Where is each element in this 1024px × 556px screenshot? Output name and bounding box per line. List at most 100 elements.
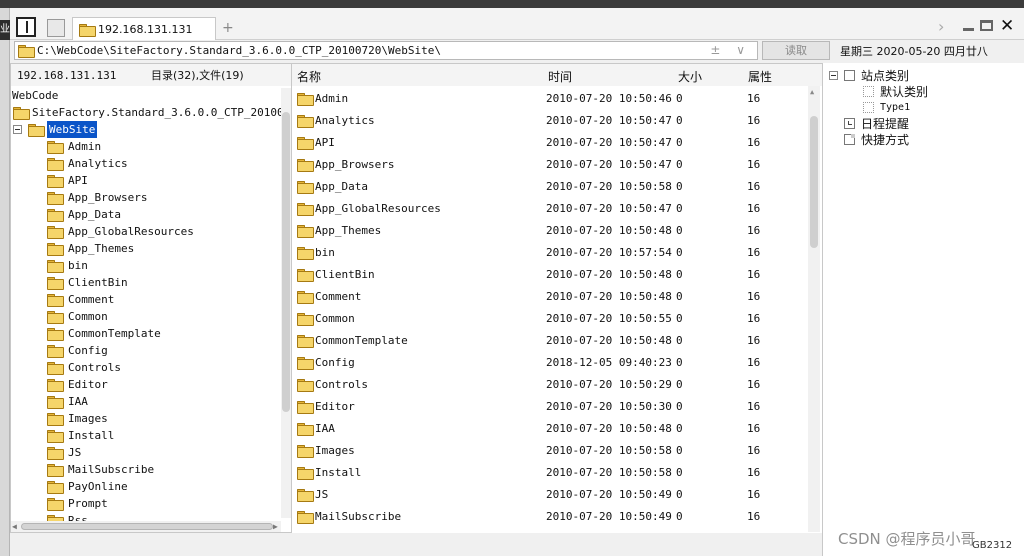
- table-row[interactable]: Analytics 2010-07-20 10:50:47 0 16: [292, 110, 807, 132]
- path-dropdown-icons[interactable]: ± ∨: [710, 43, 751, 57]
- folder-icon: [47, 141, 64, 154]
- tree-item[interactable]: JS: [47, 444, 81, 461]
- table-row[interactable]: Controls 2010-07-20 10:50:29 0 16: [292, 374, 807, 396]
- cell-attr: 16: [747, 312, 761, 325]
- cell-attr: 16: [747, 356, 761, 369]
- scroll-left-icon[interactable]: ◀: [12, 521, 17, 532]
- tree-item-label: App_Browsers: [68, 191, 148, 204]
- cell-time: 2010-07-20 10:50:49: [546, 488, 672, 501]
- category-site[interactable]: 站点类别: [829, 67, 909, 83]
- tree-item[interactable]: Controls: [47, 359, 121, 376]
- tree-item[interactable]: App_Browsers: [47, 189, 147, 206]
- tree-item-label: MailSubscribe: [68, 463, 155, 476]
- scroll-up-icon[interactable]: ▲: [810, 88, 814, 96]
- cell-attr: 16: [747, 158, 761, 171]
- table-row[interactable]: MailSubscribe 2010-07-20 10:50:49 0 16: [292, 506, 807, 528]
- category-shortcut[interactable]: 快捷方式: [844, 131, 909, 147]
- table-row[interactable]: Common 2010-07-20 10:50:55 0 16: [292, 308, 807, 330]
- tree-item[interactable]: IAA: [47, 393, 88, 410]
- category-schedule[interactable]: 日程提醒: [844, 115, 909, 131]
- table-row[interactable]: Comment 2010-07-20 10:50:48 0 16: [292, 286, 807, 308]
- category-type1[interactable]: Type1: [863, 99, 910, 115]
- table-row[interactable]: IAA 2010-07-20 10:50:48 0 16: [292, 418, 807, 440]
- tab-bar: 192.168.131.131 + › ✕: [10, 8, 1024, 40]
- read-button[interactable]: 读取: [762, 41, 830, 60]
- tree-item[interactable]: bin: [47, 257, 88, 274]
- table-row[interactable]: Editor 2010-07-20 10:50:30 0 16: [292, 396, 807, 418]
- folder-icon: [297, 159, 314, 172]
- column-header-attr[interactable]: 属性: [748, 68, 772, 85]
- tree-item[interactable]: Images: [47, 410, 108, 427]
- chevron-right-icon[interactable]: ›: [938, 17, 944, 36]
- tree-item-project[interactable]: SiteFactory.Standard_3.6.0.0_CTP_2010072…: [13, 104, 292, 121]
- tree-item-label: CommonTemplate: [68, 327, 161, 340]
- list-vertical-scrollbar[interactable]: ▲: [808, 86, 820, 532]
- tree-item[interactable]: CommonTemplate: [47, 325, 161, 342]
- tree-item[interactable]: Analytics: [47, 155, 128, 172]
- panel-toggle-button[interactable]: [16, 17, 36, 37]
- scroll-thumb[interactable]: [810, 116, 818, 248]
- cell-size: 0: [676, 114, 683, 127]
- table-row[interactable]: bin 2010-07-20 10:57:54 0 16: [292, 242, 807, 264]
- collapse-icon[interactable]: [829, 70, 838, 80]
- cell-attr: 16: [747, 422, 761, 435]
- cell-name: Comment: [315, 290, 362, 303]
- tree-item[interactable]: Common: [47, 308, 108, 325]
- tree-horizontal-scrollbar[interactable]: ◀ ▶: [11, 521, 281, 532]
- tree-item-label: SiteFactory.Standard_3.6.0.0_CTP_2010072…: [32, 106, 292, 119]
- cell-size: 0: [676, 180, 683, 193]
- tree-item[interactable]: Config: [47, 342, 108, 359]
- folder-icon: [47, 498, 64, 511]
- table-row[interactable]: App_Data 2010-07-20 10:50:58 0 16: [292, 176, 807, 198]
- tree-item[interactable]: App_GlobalResources: [47, 223, 194, 240]
- tree-item[interactable]: MailSubscribe: [47, 461, 154, 478]
- column-header-size[interactable]: 大小: [678, 68, 702, 85]
- new-tab-button[interactable]: +: [222, 20, 234, 36]
- watermark-main: CSDN @程序员小哥: [838, 530, 976, 548]
- tree-item[interactable]: Comment: [47, 291, 114, 308]
- table-row[interactable]: App_GlobalResources 2010-07-20 10:50:47 0 1…: [292, 198, 807, 220]
- tab-label: 192.168.131.131: [98, 22, 193, 36]
- category-label: 站点类别: [861, 68, 910, 83]
- tree-item[interactable]: Install: [47, 427, 114, 444]
- tree-item[interactable]: PayOnline: [47, 478, 128, 495]
- scroll-thumb[interactable]: [21, 523, 273, 530]
- close-button[interactable]: ✕: [1000, 16, 1014, 36]
- table-row[interactable]: CommonTemplate 2010-07-20 10:50:48 0 16: [292, 330, 807, 352]
- minimize-button[interactable]: [963, 28, 974, 31]
- table-row[interactable]: Install 2010-07-20 10:50:58 0 16: [292, 462, 807, 484]
- cell-size: 0: [676, 290, 683, 303]
- cell-size: 0: [676, 202, 683, 215]
- table-row[interactable]: JS 2010-07-20 10:50:49 0 16: [292, 484, 807, 506]
- collapse-icon[interactable]: [13, 125, 22, 134]
- table-row[interactable]: Images 2010-07-20 10:50:58 0 16: [292, 440, 807, 462]
- tree-item-root[interactable]: WebCode: [12, 87, 58, 104]
- tree-item[interactable]: API: [47, 172, 88, 189]
- table-row[interactable]: App_Browsers 2010-07-20 10:50:47 0 16: [292, 154, 807, 176]
- top-strip: [0, 0, 1024, 8]
- table-row[interactable]: App_Themes 2010-07-20 10:50:48 0 16: [292, 220, 807, 242]
- secondary-panel-button[interactable]: [47, 19, 65, 37]
- tree-item[interactable]: App_Themes: [47, 240, 134, 257]
- tree-item-label: Analytics: [68, 157, 128, 170]
- tree-item[interactable]: Admin: [47, 138, 101, 155]
- column-header-time[interactable]: 时间: [548, 68, 572, 85]
- scroll-right-icon[interactable]: ▶: [273, 521, 278, 532]
- column-header-name[interactable]: 名称: [297, 68, 321, 85]
- table-row[interactable]: Config 2018-12-05 09:40:23 0 16: [292, 352, 807, 374]
- tree-item-website[interactable]: WebSite: [13, 121, 98, 138]
- tree-item[interactable]: Prompt: [47, 495, 108, 512]
- tree-item[interactable]: ClientBin: [47, 274, 128, 291]
- tree-vertical-scrollbar[interactable]: [281, 88, 291, 518]
- tree-item[interactable]: App_Data: [47, 206, 121, 223]
- table-row[interactable]: API 2010-07-20 10:50:47 0 16: [292, 132, 807, 154]
- maximize-button[interactable]: [980, 20, 993, 31]
- table-row[interactable]: Admin 2010-07-20 10:50:46 0 16: [292, 88, 807, 110]
- path-input[interactable]: C:\WebCode\SiteFactory.Standard_3.6.0.0_…: [14, 41, 758, 60]
- tab-connection[interactable]: 192.168.131.131: [72, 17, 216, 40]
- tree-item[interactable]: Editor: [47, 376, 108, 393]
- table-row[interactable]: ClientBin 2010-07-20 10:50:48 0 16: [292, 264, 807, 286]
- folder-icon: [18, 45, 35, 58]
- scroll-thumb[interactable]: [282, 112, 290, 412]
- category-default[interactable]: 默认类别: [863, 83, 928, 99]
